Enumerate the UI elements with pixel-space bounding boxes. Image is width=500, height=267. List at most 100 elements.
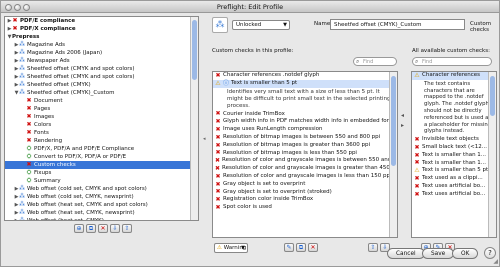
- export-profile-icon[interactable]: ⇧: [122, 224, 132, 233]
- tree-item[interactable]: ▶ ⁂ Sheetfed offset (CMYK and spot colors): [5, 65, 198, 73]
- available-check-row[interactable]: ✖ Text uses artificial bo...: [412, 191, 496, 199]
- lock-status-select[interactable]: Unlocked ▼: [232, 20, 290, 30]
- tree-item[interactable]: ▶ ⁂ Magazine Ads: [5, 41, 198, 49]
- tree-scroll-thumb[interactable]: [192, 20, 197, 80]
- check-row[interactable]: ⚠ ⓘ Text is smaller than 5 pt: [213, 79, 397, 88]
- divider-handle-icon[interactable]: ◂: [203, 136, 206, 142]
- tree-item[interactable]: ▶ ⁂ Web offset (heat set, CMYK): [5, 217, 198, 221]
- tree-item[interactable]: ▶ ⁂ Web offset (cold set, CMYK, newsprint): [5, 193, 198, 201]
- pane-divider[interactable]: ◂: [202, 16, 208, 262]
- profile-checks-scrollbar[interactable]: [389, 72, 397, 237]
- tree-item[interactable]: ▼ ⁂ Sheetfed offset (CMYK)_Custom: [5, 89, 198, 97]
- profile-checks-search[interactable]: ⌕ Find: [353, 57, 397, 66]
- check-row[interactable]: ✖ Glyph width info in PDF matches width i…: [213, 118, 397, 126]
- tree-item[interactable]: ▶ ⁂ Web offset (cold set, CMYK and spot co…: [5, 185, 198, 193]
- check-row[interactable]: ✖ Resolution of bitmap images is less tha…: [213, 150, 397, 158]
- tree-item[interactable]: ▶ ⁂ Sheetfed offset (CMYK): [5, 81, 198, 89]
- all-checks-scrollbar[interactable]: [488, 72, 496, 237]
- tree-item[interactable]: ▶ ✖ PDF/X compliance: [5, 25, 198, 33]
- profile-group-icon: ⁂: [19, 89, 25, 96]
- add-check-arrow-icon[interactable]: ◂: [401, 111, 409, 121]
- lock-status-value: Unlocked: [236, 22, 262, 28]
- tree-item-label: Sheetfed offset (CMYK)_Custom: [27, 90, 115, 96]
- tree-item[interactable]: ✖ Custom checks: [5, 161, 198, 169]
- tree-item[interactable]: ✖ Colors: [5, 121, 198, 129]
- profile-tree-pane: ▶ ✖ PDF/E compliance ▶ ✖ PDF/X compliance ▼ Pre…: [4, 16, 199, 262]
- tree-item[interactable]: ✖ Rendering: [5, 137, 198, 145]
- resize-grip-icon[interactable]: ◢: [493, 258, 498, 265]
- available-check-row[interactable]: ✖ Small black text (<12...: [412, 144, 496, 152]
- available-check-row[interactable]: ✖ Text is smaller than 1...: [412, 152, 496, 160]
- import-profile-icon[interactable]: ⇩: [110, 224, 120, 233]
- tree-item[interactable]: ▶ ⁂ Web offset (heat set, CMYK, newsprint): [5, 209, 198, 217]
- error-icon: ✖: [12, 17, 18, 24]
- check-row[interactable]: ✖ Character references .notdef glyph: [213, 72, 397, 80]
- profile-group-icon: ⁂: [19, 185, 25, 192]
- check-row[interactable]: ✖ Resolution of bitmap images is between …: [213, 134, 397, 142]
- tree-item[interactable]: ▶ ✖ PDF/E compliance: [5, 17, 198, 25]
- profile-checks-scroll-thumb[interactable]: [391, 76, 396, 166]
- duplicate-check-icon[interactable]: ⧉: [296, 243, 306, 252]
- check-label: Glyph width info in PDF matches width in…: [223, 118, 393, 125]
- cancel-button[interactable]: Cancel: [387, 248, 425, 259]
- tree-item[interactable]: ⛭ Fixups: [5, 169, 198, 177]
- check-row[interactable]: ✖ Courier inside TrimBox: [213, 111, 397, 119]
- delete-profile-icon[interactable]: ✕: [98, 224, 108, 233]
- zoom-window-icon[interactable]: [23, 4, 30, 11]
- profile-checks-list: ✖ Character references .notdef glyph ⚠ ⓘ Tex…: [212, 71, 398, 238]
- remove-check-icon[interactable]: ✕: [308, 243, 318, 252]
- save-button[interactable]: Save: [422, 248, 455, 259]
- tree-item[interactable]: ⛭ Summary: [5, 177, 198, 185]
- check-row[interactable]: ✖ Resolution of color and grayscale image…: [213, 157, 397, 165]
- check-label: Resolution of bitmap images is less than…: [223, 149, 357, 156]
- check-row[interactable]: ✖ Image uses RunLength compression: [213, 126, 397, 134]
- profile-name-field[interactable]: Sheetfed offset (CMYK)_Custom: [330, 19, 465, 30]
- minimize-window-icon[interactable]: [14, 4, 21, 11]
- error-icon: ✖: [215, 180, 221, 188]
- available-check-row[interactable]: ✖ Text uses artificial bo...: [412, 183, 496, 191]
- available-check-row[interactable]: ✖ Text is smaller than 1...: [412, 160, 496, 168]
- all-checks-header: All available custom checks:: [412, 48, 490, 54]
- settings-icon: ⛭: [26, 169, 32, 176]
- error-icon: ✖: [215, 204, 221, 212]
- check-row[interactable]: ✖ Gray object is set to overprint (stroke…: [213, 189, 397, 197]
- tree-item[interactable]: ✖ Pages: [5, 105, 198, 113]
- tree-item-label: PDF/X, PDF/A and PDF/E Compliance: [34, 146, 135, 152]
- check-row[interactable]: ✖ Gray object is set to overprint: [213, 181, 397, 189]
- check-row[interactable]: ✖ Spot color is used: [213, 204, 397, 212]
- tree-item[interactable]: ⛭ Convert to PDF/X, PDF/A or PDF/E: [5, 153, 198, 161]
- tree-item[interactable]: ▶ ⁂ Magazine Ads 2006 (Japan): [5, 49, 198, 57]
- tree-scrollbar[interactable]: [190, 17, 198, 220]
- all-checks-scroll-thumb[interactable]: [490, 76, 495, 116]
- tree-item-label: Magazine Ads: [27, 42, 66, 48]
- check-row[interactable]: ✖ Registration color inside TrimBox: [213, 196, 397, 204]
- tree-item[interactable]: ▼ Prepress: [5, 33, 198, 41]
- severity-select[interactable]: ⚠ Warning ▼: [214, 243, 248, 253]
- edit-check-icon[interactable]: ✎: [284, 243, 294, 252]
- tree-item[interactable]: ✖ Images: [5, 113, 198, 121]
- close-window-icon[interactable]: [5, 4, 12, 11]
- available-check-row[interactable]: ✖ Text used as a clippi...: [412, 175, 496, 183]
- available-check-row[interactable]: ⚠ Text is smaller than 5 pt: [412, 167, 496, 175]
- duplicate-profile-icon[interactable]: ⧉: [86, 224, 96, 233]
- error-icon: ✖: [215, 165, 221, 173]
- check-row[interactable]: ✖ Resolution of bitmap images is greater …: [213, 142, 397, 150]
- info-icon[interactable]: ⓘ: [223, 80, 229, 87]
- available-check-row[interactable]: ⚠ Character references: [412, 72, 496, 80]
- tree-item[interactable]: ▶ ⁂ Sheetfed offset (CMYK and spot colors): [5, 73, 198, 81]
- available-check-row[interactable]: ✖ Invisible text objects: [412, 136, 496, 144]
- all-checks-search[interactable]: ⌕ Find: [412, 57, 492, 66]
- ok-button[interactable]: OK: [452, 248, 479, 259]
- tree-item[interactable]: ✖ Fonts: [5, 129, 198, 137]
- move-up-icon[interactable]: ⇧: [368, 243, 378, 252]
- error-icon: ✖: [215, 157, 221, 165]
- tree-item[interactable]: ▶ ⁂ Web offset (heat set, CMYK and spot co…: [5, 201, 198, 209]
- tree-item[interactable]: ✖ Document: [5, 97, 198, 105]
- error-icon: ✖: [12, 25, 18, 32]
- tree-item[interactable]: ▶ ⁂ Newspaper Ads: [5, 57, 198, 65]
- new-profile-icon[interactable]: ⊕: [74, 224, 84, 233]
- remove-check-arrow-icon[interactable]: ▸: [401, 121, 409, 131]
- check-row[interactable]: ✖ Resolution of color and grayscale image…: [213, 165, 397, 173]
- check-row[interactable]: ✖ Resolution of color and grayscale image…: [213, 173, 397, 181]
- tree-item[interactable]: ⛭ PDF/X, PDF/A and PDF/E Compliance: [5, 145, 198, 153]
